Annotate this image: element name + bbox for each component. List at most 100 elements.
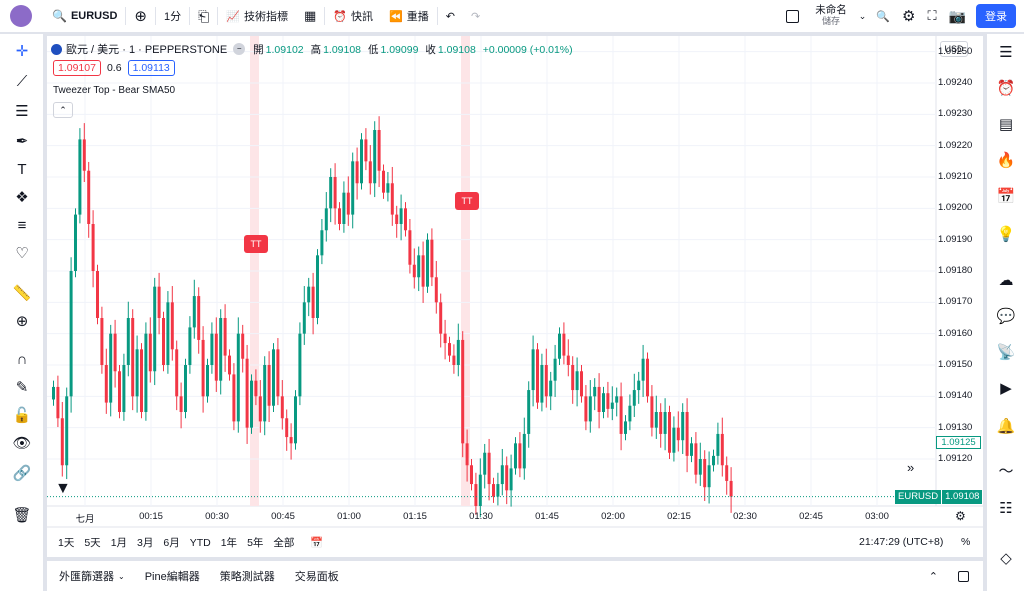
- candle-body: [320, 230, 324, 256]
- ideas-icon[interactable]: 💡: [994, 222, 1018, 246]
- chart-type-button[interactable]: ⎗: [190, 0, 217, 33]
- range-1d[interactable]: 1天: [53, 535, 79, 550]
- collapse-legend-button[interactable]: −: [233, 43, 246, 55]
- tab-trading-panel[interactable]: 交易面板: [287, 568, 347, 584]
- candle-body: [412, 264, 416, 278]
- compare-button[interactable]: ⊕: [126, 0, 155, 33]
- candle-body: [78, 139, 82, 215]
- range-ytd[interactable]: YTD: [185, 537, 216, 549]
- price-tick-label: 1.09180: [938, 265, 973, 276]
- tab-pine-editor[interactable]: Pine編輯器: [137, 568, 208, 584]
- range-1y[interactable]: 1年: [216, 535, 242, 550]
- lock-icon[interactable]: 🔓: [11, 404, 33, 426]
- candle-body: [685, 412, 689, 456]
- chart-settings-button[interactable]: ⚙: [955, 509, 966, 523]
- goto-date-button[interactable]: 📅: [305, 536, 328, 549]
- watchlist-icon[interactable]: ☰: [994, 40, 1018, 64]
- settings-button[interactable]: ⚙: [896, 0, 921, 33]
- candle-body: [144, 333, 148, 412]
- avatar[interactable]: [10, 5, 32, 27]
- pine-icon[interactable]: 〜: [994, 458, 1018, 482]
- indicator-legend[interactable]: Tweezer Top - Bear SMA50: [53, 85, 175, 96]
- text-icon[interactable]: T: [11, 158, 33, 180]
- buy-button[interactable]: 1.09113: [127, 60, 175, 76]
- chart-pane[interactable]: 歐元 / 美元 · 1 · PEPPERSTONE − 開 1.09102 高 1.…: [47, 36, 983, 557]
- sell-button[interactable]: 1.09107: [53, 60, 101, 76]
- maximize-panel-button[interactable]: [950, 570, 977, 582]
- pencil-lock-icon[interactable]: ✎: [11, 376, 33, 398]
- data-window-icon[interactable]: ▤: [994, 112, 1018, 136]
- change-value: +0.00009 (+0.01%): [482, 43, 573, 56]
- candle-body: [641, 358, 645, 381]
- layers-icon[interactable]: ◇: [994, 546, 1018, 570]
- alert-label: 快訊: [351, 11, 374, 23]
- eye-icon[interactable]: 👁: [11, 432, 33, 454]
- ruler-icon[interactable]: 📏: [11, 282, 33, 304]
- object-tree-icon[interactable]: ☷: [994, 496, 1018, 520]
- templates-button[interactable]: ▦: [296, 0, 324, 33]
- fullscreen-button[interactable]: ⛶: [921, 0, 942, 33]
- range-3m[interactable]: 3月: [132, 535, 158, 550]
- alarm-icon[interactable]: ⏰: [994, 76, 1018, 100]
- chat-icon[interactable]: 💬: [994, 304, 1018, 328]
- tweezer-top-marker[interactable]: TT: [455, 192, 479, 210]
- notifications-icon[interactable]: 🔔: [994, 414, 1018, 438]
- play-icon[interactable]: ▶: [994, 376, 1018, 400]
- indicators-button[interactable]: 📈 技術指標: [218, 0, 296, 33]
- range-1m[interactable]: 1月: [106, 535, 132, 550]
- symbol-search-button[interactable]: 🔍 EURUSD: [44, 0, 125, 33]
- scroll-to-realtime-button[interactable]: »: [907, 460, 914, 475]
- magnet-icon[interactable]: ∩: [11, 348, 33, 370]
- alert-button[interactable]: ⏰ 快訊: [325, 0, 381, 33]
- candle-body: [355, 161, 359, 184]
- chat-cloud-icon[interactable]: ☁: [994, 268, 1018, 292]
- candle-body: [56, 386, 60, 419]
- range-6m[interactable]: 6月: [158, 535, 184, 550]
- tab-forex-screener[interactable]: 外匯篩選器 ⌄: [51, 568, 133, 584]
- currency-flag-icon: [51, 43, 62, 55]
- quick-search-icon: 🔍: [876, 10, 890, 23]
- expand-panel-button[interactable]: ⌃: [921, 570, 946, 583]
- quick-search-button[interactable]: 🔍: [870, 0, 896, 33]
- calendar-icon[interactable]: 📅: [994, 184, 1018, 208]
- range-all[interactable]: 全部: [268, 535, 299, 550]
- layout-name-button[interactable]: 未命名 儲存: [807, 0, 855, 33]
- replay-button[interactable]: ⏪ 重播: [381, 0, 437, 33]
- trash-icon[interactable]: 🗑: [11, 504, 33, 526]
- range-5d[interactable]: 5天: [79, 535, 105, 550]
- trend-line-icon[interactable]: ⟋: [11, 70, 33, 92]
- price-chart[interactable]: [47, 36, 983, 557]
- candle-body: [140, 349, 143, 412]
- zoom-in-icon[interactable]: ⊕: [11, 310, 33, 332]
- brush-icon[interactable]: ✒: [11, 130, 33, 152]
- forecast-icon[interactable]: ≡: [11, 214, 33, 236]
- horizontal-lines-icon[interactable]: ☰: [11, 100, 33, 122]
- candle-body: [272, 349, 275, 406]
- tab-strategy-tester[interactable]: 策略測試器: [212, 568, 283, 584]
- collapse-indicators-button[interactable]: ⌃: [53, 102, 73, 118]
- streams-icon[interactable]: 📡: [994, 340, 1018, 364]
- candle-body: [52, 386, 55, 400]
- layout-toggle-button[interactable]: [778, 0, 807, 33]
- candle-body: [439, 302, 443, 334]
- range-5y[interactable]: 5年: [242, 535, 268, 550]
- low-label: 低: [367, 43, 379, 56]
- snapshot-button[interactable]: 📷: [943, 0, 972, 33]
- top-toolbar: 🔍 EURUSD ⊕ 1分 ⎗ 📈 技術指標 ▦ ⏰ 快訊 ⏪ 重播 ↶ ↷ 未命名 儲…: [0, 0, 1024, 33]
- alarm-plus-icon: ⏰: [333, 10, 348, 23]
- interval-button[interactable]: 1分: [156, 0, 189, 33]
- candle-body: [417, 255, 421, 278]
- hotlist-icon[interactable]: 🔥: [994, 148, 1018, 172]
- candle-body: [514, 443, 517, 469]
- clock-timezone[interactable]: 21:47:29 (UTC+8): [859, 536, 943, 548]
- instrument-title[interactable]: 歐元 / 美元 · 1 · PEPPERSTONE: [66, 41, 227, 57]
- undo-button[interactable]: ↶: [438, 0, 463, 33]
- tweezer-top-marker[interactable]: TT: [244, 235, 268, 253]
- login-button[interactable]: 登录: [976, 4, 1016, 28]
- crosshair-icon[interactable]: ✛: [11, 40, 33, 62]
- percent-toggle[interactable]: %: [961, 536, 970, 548]
- pattern-icon[interactable]: ❖: [11, 186, 33, 208]
- heart-icon[interactable]: ♡: [11, 242, 33, 264]
- layout-menu-button[interactable]: ⌄: [855, 0, 871, 33]
- link-icon[interactable]: 🔗: [11, 462, 33, 484]
